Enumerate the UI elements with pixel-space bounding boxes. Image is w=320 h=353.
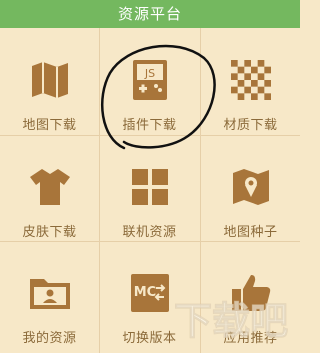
tile-online-resources[interactable]: 联机资源 [100,135,199,241]
plugin-js-icon: JS [128,58,172,102]
mc-switch-icon: MC [128,271,172,315]
grid-four-icon [128,165,172,209]
tile-my-resources[interactable]: 我的资源 [0,241,99,347]
folder-user-icon [28,271,72,315]
plugin-icon-text: JS [143,67,154,80]
tile-label: 切换版本 [122,331,177,346]
tile-label: 地图下载 [22,118,77,133]
page-title: 资源平台 [0,0,300,28]
tile-label: 地图种子 [223,225,278,240]
thumbs-up-icon [229,271,273,315]
mc-icon-text: MC [133,285,155,300]
tile-switch-version[interactable]: MC 切换版本 [100,241,199,347]
resource-platform-screen: 资源平台 地图下载 JS 插件下载 材质下载 皮肤下载 联机资源 地图种子 我的… [0,0,300,353]
tile-label: 插件下载 [122,118,177,133]
tile-app-recommend[interactable]: 应用推荐 [201,241,300,347]
tile-label: 应用推荐 [223,331,278,346]
tile-map-download[interactable]: 地图下载 [0,28,99,134]
map-pin-icon [229,165,273,209]
texture-checker-icon [229,58,273,102]
tile-label: 联机资源 [122,225,177,240]
tile-map-seeds[interactable]: 地图种子 [201,135,300,241]
tile-skin-download[interactable]: 皮肤下载 [0,135,99,241]
tile-label: 皮肤下载 [22,225,77,240]
shirt-icon [28,165,72,209]
tile-label: 我的资源 [22,331,77,346]
tile-label: 材质下载 [223,118,278,133]
tile-plugin-download[interactable]: JS 插件下载 [100,28,199,134]
tile-texture-download[interactable]: 材质下载 [201,28,300,134]
map-icon [28,58,72,102]
